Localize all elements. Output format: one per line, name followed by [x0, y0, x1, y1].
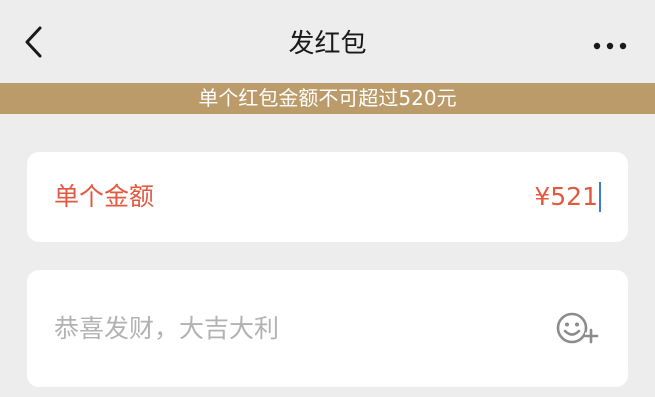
greeting-card: 恭喜发财，大吉大利	[27, 270, 628, 387]
amount-label: 单个金额	[54, 182, 155, 211]
amount-value: ¥521	[534, 182, 598, 211]
greeting-input[interactable]: 恭喜发财，大吉大利	[54, 308, 534, 350]
page-title: 发红包	[288, 29, 367, 59]
amount-card: 单个金额 ¥521	[27, 152, 628, 242]
emoji-add-icon	[555, 312, 601, 354]
text-cursor	[599, 182, 601, 212]
amount-limit-notice: 单个红包金额不可超过520元	[0, 83, 655, 114]
emoji-button[interactable]	[555, 310, 601, 350]
more-button[interactable]	[588, 26, 632, 62]
more-horizontal-icon	[593, 35, 627, 54]
amount-input[interactable]: ¥521	[534, 179, 601, 215]
navigation-bar: 发红包	[0, 0, 655, 83]
